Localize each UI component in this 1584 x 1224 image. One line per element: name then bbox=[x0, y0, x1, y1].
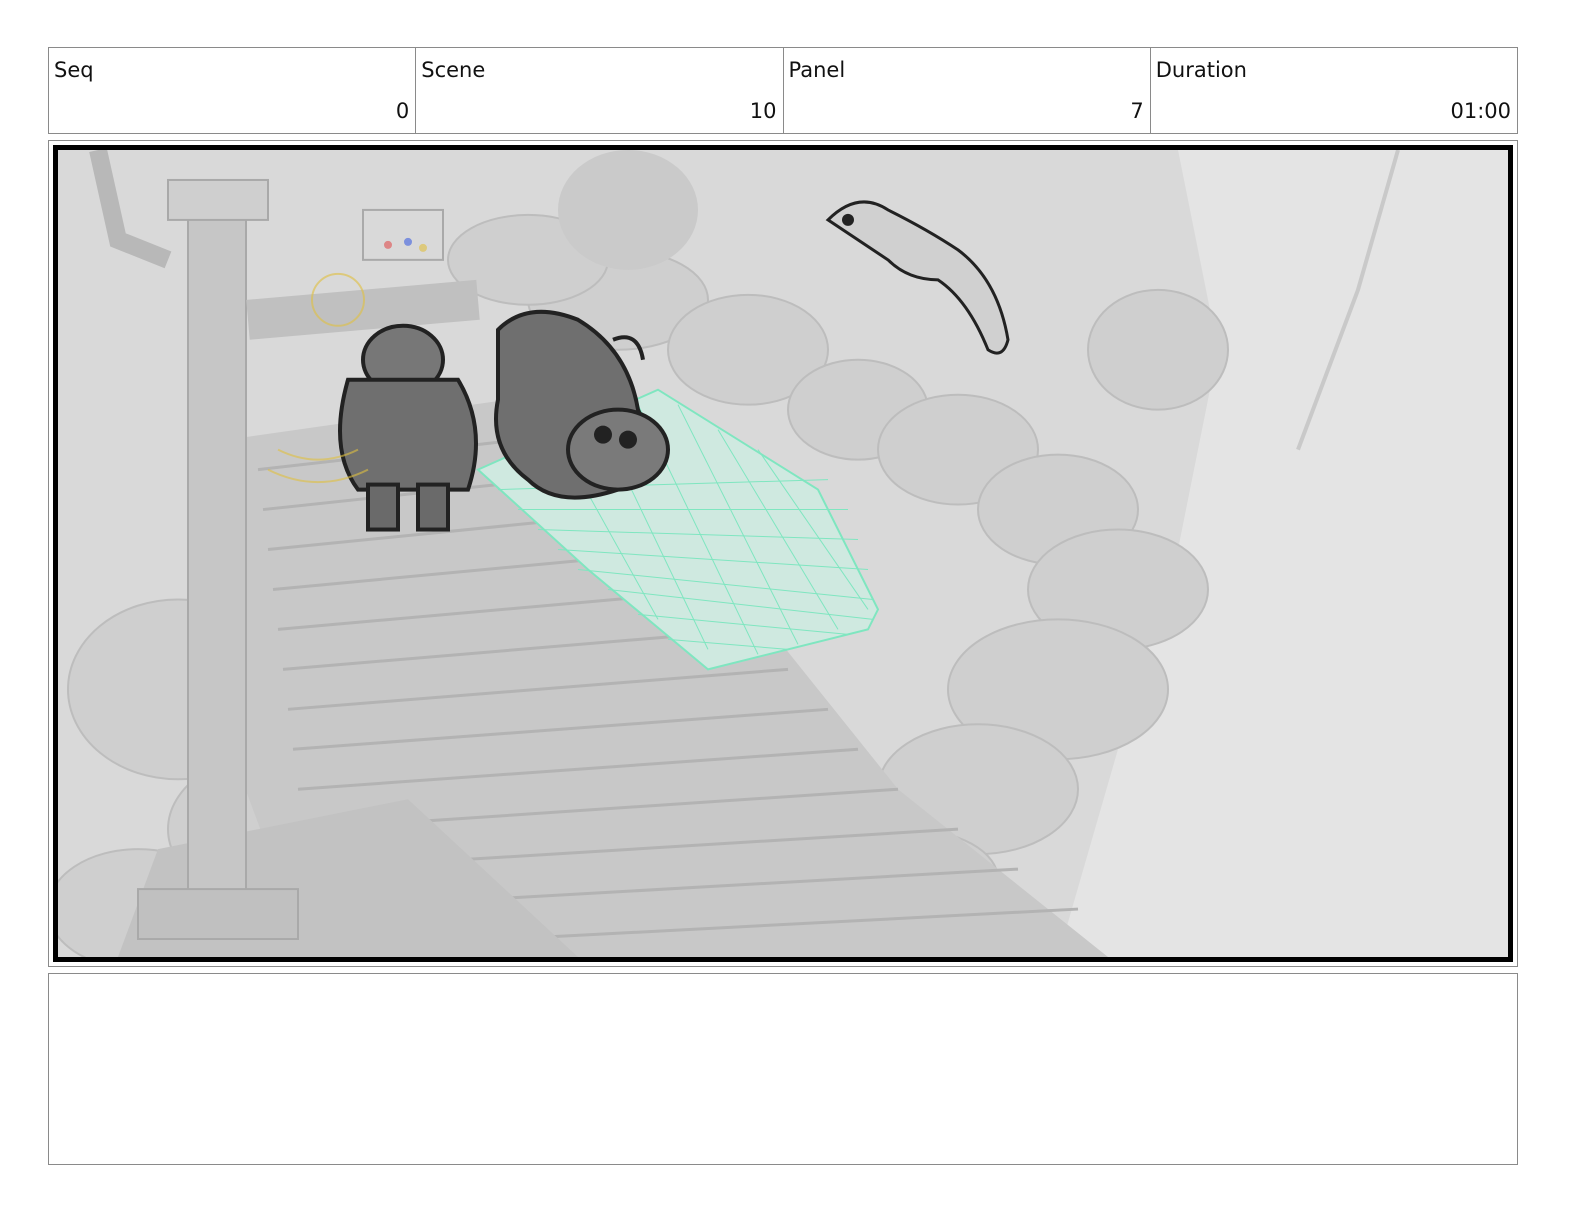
duration-value: 01:00 bbox=[1450, 99, 1511, 123]
scene-label: Scene bbox=[421, 58, 486, 82]
tree bbox=[558, 150, 698, 270]
scene-field: Scene 10 bbox=[416, 48, 784, 133]
panel-value: 7 bbox=[1130, 99, 1144, 123]
scene-value: 10 bbox=[749, 99, 777, 123]
storyboard-image bbox=[53, 145, 1513, 962]
seq-value: 0 bbox=[395, 99, 410, 123]
scene-illustration bbox=[58, 150, 1508, 957]
storyboard-frame bbox=[48, 140, 1518, 967]
panel-notes-box[interactable] bbox=[48, 973, 1518, 1165]
seq-label: Seq bbox=[54, 58, 94, 82]
panel-info-header: Seq 0 Scene 10 Panel 7 Duration 01:00 bbox=[48, 47, 1518, 134]
pillar bbox=[187, 188, 247, 911]
panel-label: Panel bbox=[788, 58, 846, 82]
seq-field: Seq 0 bbox=[49, 48, 417, 133]
duration-label: Duration bbox=[1155, 58, 1247, 82]
duration-field: Duration 01:00 bbox=[1151, 48, 1517, 133]
panel-field: Panel 7 bbox=[784, 48, 1151, 133]
